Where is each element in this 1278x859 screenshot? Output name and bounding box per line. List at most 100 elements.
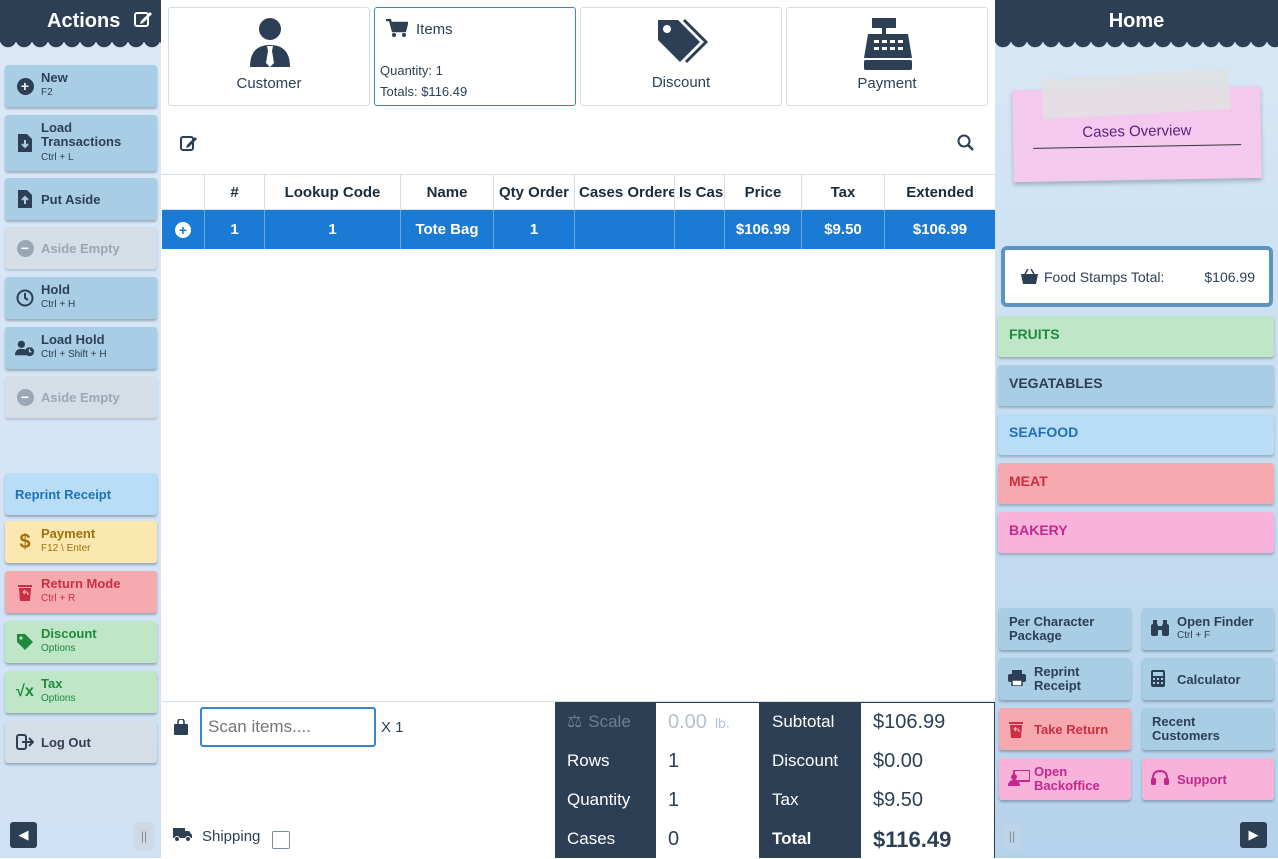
user-clock-icon [15, 338, 35, 358]
customer-tile-label: Customer [236, 75, 302, 92]
cell-cases-ordered [574, 210, 674, 249]
reprint-receipt-button[interactable]: Reprint Receipt [5, 473, 157, 515]
collapse-right-button[interactable]: ▶ [1240, 822, 1267, 848]
minus-icon: − [16, 239, 34, 257]
discount-value: $0.00 [861, 742, 994, 781]
discount-tile-label: Discount [651, 74, 711, 91]
aside-empty-button[interactable]: − Aside Empty [5, 227, 157, 269]
payment-tile[interactable]: Payment [786, 7, 988, 106]
sign-out-icon [15, 732, 35, 752]
new-shortcut: F2 [41, 87, 53, 98]
payment-label: Payment [41, 526, 96, 541]
items-totals-label: Totals: [380, 84, 418, 99]
take-return-button[interactable]: Take Return [999, 708, 1131, 750]
hold-button[interactable]: Hold Ctrl + H [5, 277, 157, 319]
load-transactions-button[interactable]: Load Transactions Ctrl + L [5, 115, 157, 171]
user-tie-icon [250, 18, 290, 67]
tax-options-button[interactable]: √x Tax Options [5, 671, 157, 713]
total-value: $116.49 [861, 820, 994, 859]
return-mode-label: Return Mode [41, 576, 121, 591]
open-backoffice-button[interactable]: Open Backoffice [999, 758, 1131, 800]
cell-lookup-code: 1 [264, 210, 400, 249]
tag-icon [15, 632, 35, 652]
load-label: Load [41, 120, 73, 135]
calculator-button[interactable]: Calculator [1142, 658, 1274, 700]
shipping-checkbox[interactable] [272, 831, 290, 849]
items-tile[interactable]: Items Quantity: 1 Totals: $116.49 [374, 7, 576, 106]
reprint-receipt-right-button[interactable]: Reprint Receipt [999, 658, 1131, 700]
edit-icon[interactable] [133, 9, 153, 35]
search-icon[interactable] [957, 134, 975, 157]
dollar-icon: $ [19, 530, 31, 553]
table-row[interactable]: + 1 1 Tote Bag 1 $106.99 $9.50 $106.99 [162, 210, 995, 249]
column-tax[interactable]: Tax [801, 175, 884, 209]
discount-tile[interactable]: Discount [580, 7, 782, 106]
recent-customers-button[interactable]: Recent Customers [1142, 708, 1274, 750]
cell-qty-order: 1 [493, 210, 574, 249]
column-cases-ordered[interactable]: Cases Ordere [574, 175, 674, 209]
support-button[interactable]: Support [1142, 758, 1274, 800]
home-title: Home [1108, 10, 1165, 32]
load-shortcut: Ctrl + L [41, 152, 74, 163]
cases-overview-note[interactable]: Cases Overview [1012, 69, 1262, 183]
category-seafood[interactable]: SEAFOOD [998, 414, 1274, 455]
cell-price: $106.99 [724, 210, 801, 249]
put-aside-label: Put Aside [41, 192, 101, 207]
category-bakery[interactable]: BAKERY [998, 512, 1274, 553]
scale-label-text: Scale [588, 711, 631, 731]
column-qty-order[interactable]: Qty Order [493, 175, 574, 209]
reprint-receipt-label: Reprint Receipt [15, 487, 112, 502]
tax-label: Tax [41, 676, 63, 691]
resize-handle-left[interactable]: || [134, 822, 154, 850]
tags-icon [658, 18, 708, 64]
category-fruits[interactable]: FRUITS [998, 316, 1274, 357]
cash-register-icon [864, 18, 912, 70]
tax-value: $9.50 [861, 781, 994, 820]
load-hold-shortcut: Ctrl + Shift + H [41, 349, 107, 360]
edit-row-icon[interactable] [180, 134, 198, 157]
cell-extended: $106.99 [884, 210, 995, 249]
put-aside-button[interactable]: Put Aside [5, 178, 157, 220]
subtotal-value: $106.99 [861, 703, 994, 742]
scale-label: ⚖ Scale [555, 702, 655, 741]
tax-options-label: Options [41, 693, 76, 704]
aside-empty-label: Aside Empty [41, 241, 120, 256]
category-vegatables[interactable]: VEGATABLES [998, 365, 1274, 406]
hold-label: Hold [41, 282, 70, 297]
per-character-package-button[interactable]: Per Character Package [999, 608, 1131, 650]
items-totals-value: $116.49 [421, 84, 468, 99]
items-quantity-value: 1 [435, 63, 443, 78]
log-out-button[interactable]: Log Out [5, 721, 157, 763]
load-hold-button[interactable]: Load Hold Ctrl + Shift + H [5, 327, 157, 369]
customer-tile[interactable]: Customer [168, 7, 370, 106]
payment-shortcut: F12 \ Enter [41, 543, 91, 554]
cases-value: 0 [656, 820, 759, 859]
new-button[interactable]: + New F2 [5, 65, 157, 107]
discount-options-button[interactable]: Discount Options [5, 621, 157, 663]
resize-handle-right[interactable]: || [1002, 822, 1022, 850]
scale-icon: ⚖ [567, 711, 583, 731]
rows-label: Rows [555, 741, 655, 780]
column-is-case[interactable]: Is Cas [674, 175, 724, 209]
food-stamps-label: Food Stamps Total: [1044, 269, 1165, 285]
open-finder-shortcut: Ctrl + F [1177, 630, 1211, 641]
quantity-multiplier: X 1 [381, 719, 404, 736]
column-lookup-code[interactable]: Lookup Code [264, 175, 400, 209]
scan-items-input[interactable] [200, 707, 376, 747]
collapse-left-button[interactable]: ◀ [10, 822, 37, 848]
category-meat[interactable]: MEAT [998, 463, 1274, 504]
column-number[interactable]: # [204, 175, 264, 209]
total-label: Total [760, 819, 860, 858]
column-price[interactable]: Price [724, 175, 801, 209]
open-finder-button[interactable]: Open Finder Ctrl + F [1142, 608, 1274, 650]
return-mode-button[interactable]: Return Mode Ctrl + R [5, 571, 157, 613]
expand-row-icon[interactable]: + [162, 210, 204, 249]
column-extended[interactable]: Extended [884, 175, 995, 209]
open-finder-label: Open Finder [1177, 614, 1254, 629]
payment-button[interactable]: $ Payment F12 \ Enter [5, 521, 157, 563]
column-name[interactable]: Name [400, 175, 493, 209]
package-label: Package [1009, 628, 1062, 643]
quantity-label: Quantity [555, 780, 655, 819]
aside-empty-button-2[interactable]: − Aside Empty [5, 376, 157, 418]
minus-icon: − [16, 388, 34, 406]
